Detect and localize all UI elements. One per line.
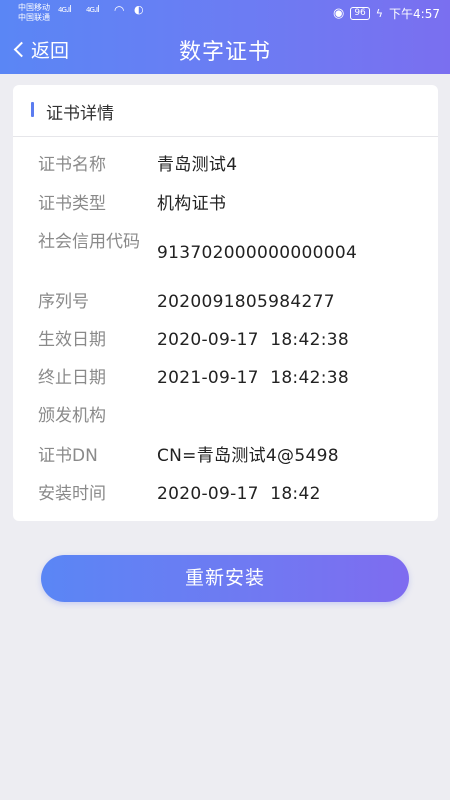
status-right: ◉ 96 ϟ 下午4:57 bbox=[333, 5, 440, 22]
network-type-2: 4G bbox=[86, 6, 95, 14]
eye-icon: ◉ bbox=[332, 6, 345, 21]
detail-label: 序列号 bbox=[38, 292, 89, 312]
page-title: 数字证书 bbox=[178, 40, 271, 65]
reinstall-button[interactable]: 重新安装 bbox=[41, 555, 409, 602]
carrier-1: 中国移动 bbox=[18, 3, 50, 12]
detail-label: 证书DN bbox=[38, 446, 98, 466]
detail-label: 终止日期 bbox=[38, 368, 106, 388]
detail-label: 证书类型 bbox=[38, 194, 106, 214]
detail-value: 2020-09-17 18:42:38 bbox=[157, 330, 349, 350]
certificate-details-card: 证书详情 证书名称 青岛测试4 证书类型 机构证书 社会信用代码 9137020… bbox=[13, 85, 438, 521]
detail-value: 机构证书 bbox=[157, 194, 227, 214]
wechat-icon: ◐ bbox=[134, 3, 144, 16]
network-type-1: 4G bbox=[58, 6, 67, 14]
battery-indicator: 96 bbox=[350, 7, 370, 20]
card-header: 证书详情 bbox=[13, 85, 438, 137]
nav-bar: 返回 数字证书 bbox=[0, 28, 450, 68]
wifi-icon: ◠ bbox=[114, 3, 125, 17]
detail-value: 2020-09-17 18:42 bbox=[157, 484, 321, 504]
status-bar: 中国移动 中国联通 4G.ıl 4G.ıl ◠ ◐ ◉ 96 ϟ 下午4:57 bbox=[0, 0, 450, 26]
detail-value: 2021-09-17 18:42:38 bbox=[157, 368, 349, 388]
signal-2-icon: 4G.ıl bbox=[86, 5, 100, 15]
card-title: 证书详情 bbox=[46, 104, 114, 124]
app-header: 中国移动 中国联通 4G.ıl 4G.ıl ◠ ◐ ◉ 96 ϟ 下午4:57 … bbox=[0, 0, 450, 74]
detail-value: 2020091805984277 bbox=[157, 292, 335, 312]
detail-value: CN=青岛测试4@5498 bbox=[157, 446, 339, 466]
detail-label: 社会信用代码 bbox=[38, 232, 140, 252]
detail-label: 证书名称 bbox=[38, 155, 106, 175]
carrier-info: 中国移动 中国联通 bbox=[18, 3, 50, 23]
detail-value: 青岛测试4 bbox=[157, 155, 238, 175]
detail-value: 913702000000000004 bbox=[157, 243, 358, 263]
detail-label: 安装时间 bbox=[38, 484, 106, 504]
signal-1-icon: 4G.ıl bbox=[58, 5, 72, 15]
detail-label: 颁发机构 bbox=[38, 406, 106, 426]
charging-icon: ϟ bbox=[375, 7, 384, 20]
detail-label: 生效日期 bbox=[38, 330, 106, 350]
clock: 下午4:57 bbox=[389, 7, 440, 21]
card-accent-bar bbox=[31, 102, 34, 117]
carrier-2: 中国联通 bbox=[18, 13, 50, 22]
